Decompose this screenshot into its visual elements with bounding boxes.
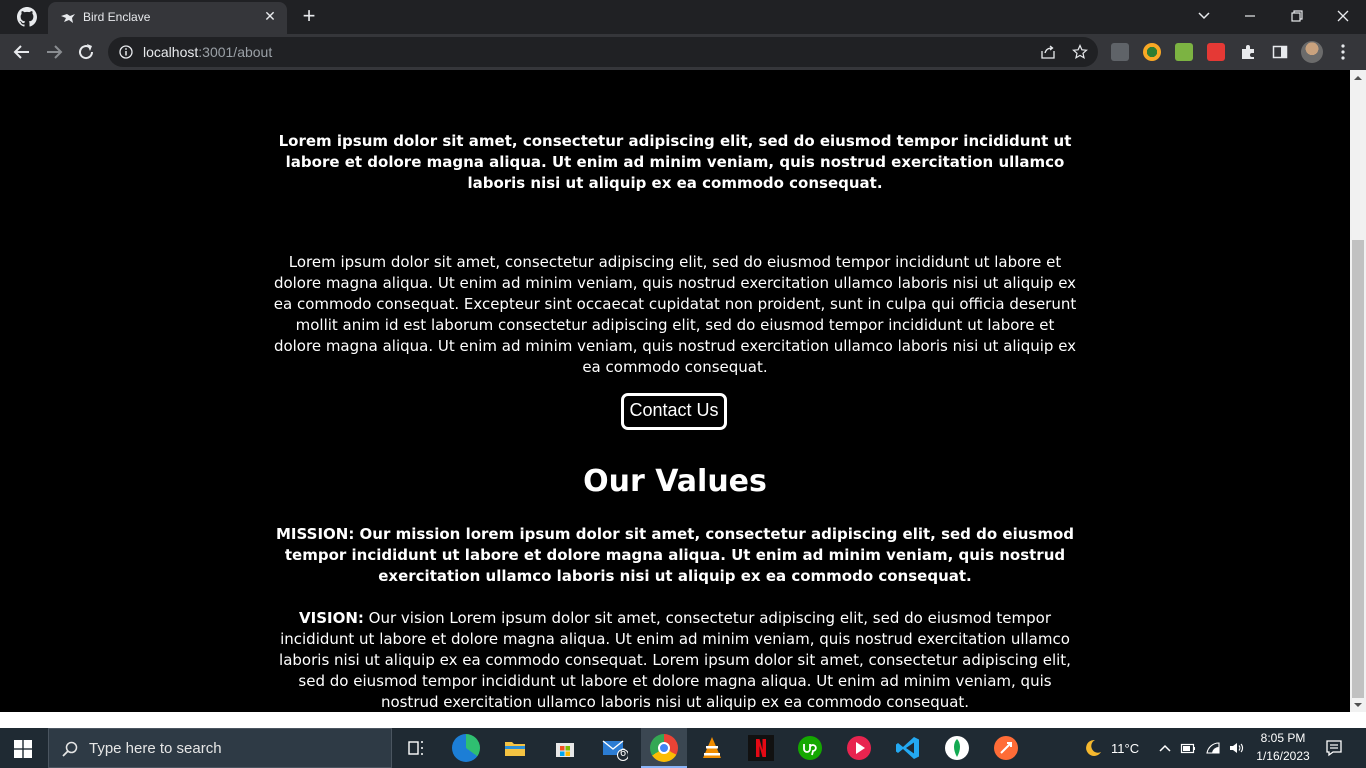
windows-start-icon[interactable] bbox=[14, 740, 32, 758]
extension-skype-icon[interactable] bbox=[1111, 43, 1129, 61]
extensions-puzzle-icon[interactable] bbox=[1239, 43, 1257, 61]
address-bar[interactable]: localhost:3001/about bbox=[108, 37, 1098, 67]
back-arrow-icon[interactable] bbox=[10, 40, 34, 64]
postman-icon[interactable] bbox=[992, 734, 1020, 762]
battery-icon[interactable] bbox=[1180, 740, 1196, 756]
file-explorer-icon[interactable] bbox=[501, 734, 529, 762]
github-icon[interactable] bbox=[17, 7, 37, 27]
tray-chevron-up-icon[interactable] bbox=[1157, 740, 1173, 756]
intro-paragraph: Lorem ipsum dolor sit amet, consectetur … bbox=[273, 253, 1077, 376]
tab-close-icon[interactable]: ✕ bbox=[262, 9, 278, 25]
microsoft-store-icon[interactable] bbox=[551, 734, 579, 762]
url-text[interactable]: localhost:3001/about bbox=[143, 44, 272, 60]
horizontal-scroll-area bbox=[0, 712, 1366, 728]
restore-icon[interactable] bbox=[1283, 4, 1311, 28]
new-tab-icon[interactable]: + bbox=[298, 5, 320, 28]
mission-paragraph: MISSION: Our mission lorem ipsum dolor s… bbox=[276, 525, 1074, 585]
weather-temperature[interactable]: 11°C bbox=[1111, 741, 1139, 756]
bookmark-star-icon[interactable] bbox=[1072, 44, 1088, 60]
browser-menu-icon[interactable] bbox=[1340, 42, 1346, 62]
media-player-icon[interactable] bbox=[845, 734, 873, 762]
vlc-player-icon[interactable] bbox=[698, 734, 726, 762]
side-panel-icon[interactable] bbox=[1271, 43, 1289, 61]
browser-tabstrip: Bird Enclave ✕ + bbox=[0, 0, 1366, 34]
vision-text: Our vision Lorem ipsum dolor sit amet, c… bbox=[279, 609, 1071, 711]
share-icon[interactable] bbox=[1040, 44, 1056, 60]
site-info-icon[interactable] bbox=[119, 45, 133, 59]
reload-icon[interactable] bbox=[74, 40, 98, 64]
netflix-icon[interactable] bbox=[747, 734, 775, 762]
clock-time[interactable]: 8:05 PM bbox=[1258, 731, 1308, 745]
contact-us-button[interactable]: Contact Us bbox=[621, 393, 727, 430]
upwork-icon[interactable] bbox=[796, 734, 824, 762]
vision-paragraph: VISION: Our vision Lorem ipsum dolor sit… bbox=[270, 608, 1080, 712]
profile-avatar[interactable] bbox=[1301, 41, 1323, 63]
forward-arrow-icon[interactable] bbox=[42, 40, 66, 64]
taskbar-search-box[interactable]: Type here to search bbox=[48, 728, 392, 768]
browser-tab-active[interactable]: Bird Enclave ✕ bbox=[48, 2, 287, 34]
volume-icon[interactable] bbox=[1228, 740, 1244, 756]
clock-date[interactable]: 1/16/2023 bbox=[1252, 749, 1314, 763]
browser-toolbar: localhost:3001/about bbox=[0, 34, 1366, 70]
search-icon bbox=[62, 741, 78, 757]
tab-title: Bird Enclave bbox=[83, 10, 151, 24]
mongodb-compass-icon[interactable] bbox=[943, 734, 971, 762]
extension-cart-icon[interactable] bbox=[1175, 43, 1193, 61]
url-host: localhost bbox=[143, 44, 199, 60]
vision-label: VISION: bbox=[299, 609, 364, 627]
tab-search-chevron-icon[interactable] bbox=[1190, 4, 1218, 28]
page-viewport: Lorem ipsum dolor sit amet, consectetur … bbox=[0, 70, 1350, 712]
task-view-icon[interactable] bbox=[402, 734, 430, 762]
scrollbar-thumb[interactable] bbox=[1352, 240, 1364, 698]
windows-taskbar: Type here to search 6 11°C 8:05 PM 1/16/… bbox=[0, 728, 1366, 768]
search-placeholder: Type here to search bbox=[89, 740, 222, 757]
edge-browser-icon[interactable] bbox=[452, 734, 480, 762]
chrome-center-dot bbox=[658, 742, 670, 754]
close-window-icon[interactable] bbox=[1329, 4, 1357, 28]
vscode-icon[interactable] bbox=[894, 734, 922, 762]
values-heading: Our Values bbox=[583, 464, 767, 499]
page-scrollbar[interactable] bbox=[1350, 70, 1366, 712]
bird-favicon-icon bbox=[61, 14, 75, 23]
intro-bold-paragraph: Lorem ipsum dolor sit amet, consectetur … bbox=[278, 132, 1072, 192]
scroll-down-arrow-icon[interactable] bbox=[1354, 701, 1362, 709]
extension-globe-icon[interactable] bbox=[1143, 43, 1161, 61]
chrome-browser-icon[interactable] bbox=[650, 734, 678, 762]
scroll-up-arrow-icon[interactable] bbox=[1354, 74, 1362, 82]
weather-moon-icon[interactable] bbox=[1083, 738, 1103, 758]
wifi-icon[interactable] bbox=[1205, 740, 1221, 756]
minimize-icon[interactable] bbox=[1236, 4, 1264, 28]
extension-red-icon[interactable] bbox=[1207, 43, 1225, 61]
mail-badge-count: 6 bbox=[620, 747, 627, 759]
url-path: :3001/about bbox=[198, 44, 273, 60]
notifications-icon[interactable] bbox=[1325, 739, 1343, 757]
